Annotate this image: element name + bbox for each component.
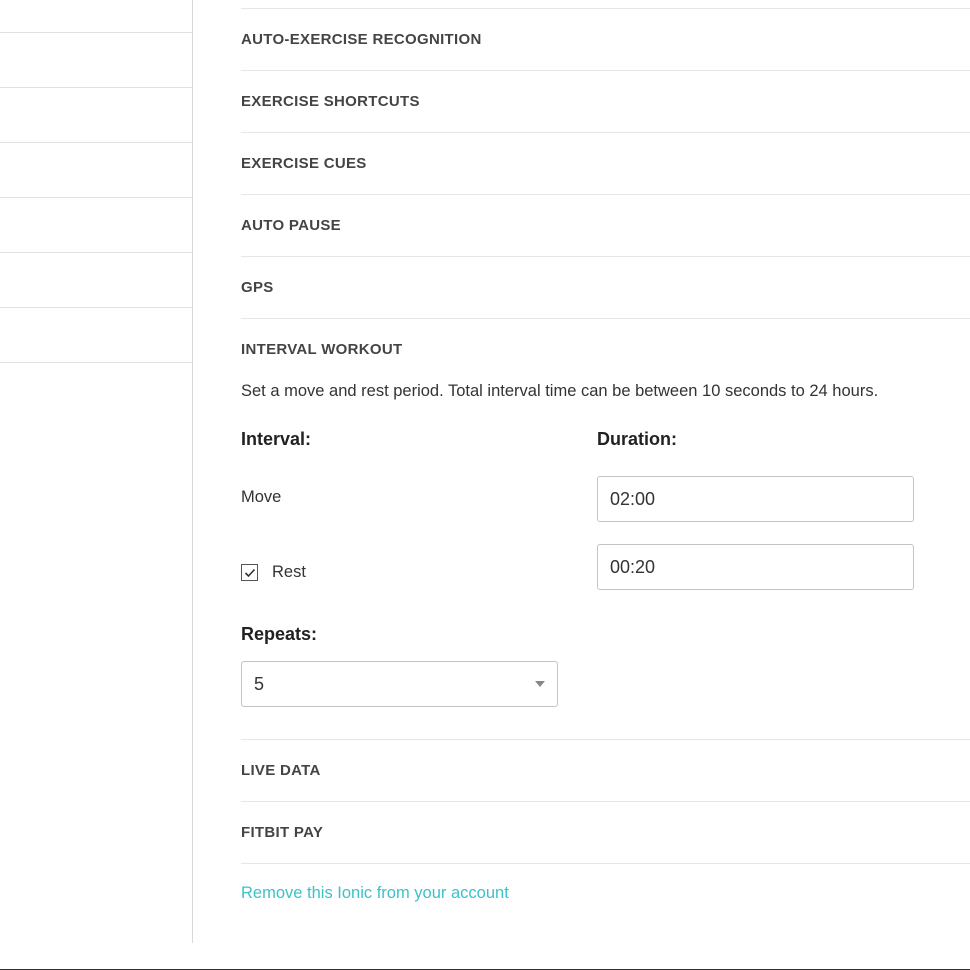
sidebar-item[interactable] [0, 143, 192, 198]
interval-description: Set a move and rest period. Total interv… [241, 380, 970, 403]
main-content: AUTO-EXERCISE RECOGNITION EXERCISE SHORT… [193, 0, 970, 943]
section-live-data[interactable]: LIVE DATA [241, 739, 970, 801]
section-interval-workout: INTERVAL WORKOUT Set a move and rest per… [241, 318, 970, 707]
sidebar-item[interactable] [0, 33, 192, 88]
repeats-select[interactable]: 5 [241, 661, 558, 707]
interval-label: Interval: [241, 429, 597, 450]
sidebar [0, 0, 193, 943]
section-title: AUTO-EXERCISE RECOGNITION [241, 31, 970, 48]
section-auto-pause[interactable]: AUTO PAUSE [241, 194, 970, 256]
section-exercise-shortcuts[interactable]: EXERCISE SHORTCUTS [241, 70, 970, 132]
duration-label: Duration: [597, 429, 914, 450]
move-label: Move [241, 476, 597, 507]
section-auto-exercise[interactable]: AUTO-EXERCISE RECOGNITION [241, 8, 970, 70]
rest-checkbox[interactable] [241, 564, 258, 581]
remove-device-link[interactable]: Remove this Ionic from your account [241, 884, 509, 903]
section-title: GPS [241, 279, 970, 296]
sidebar-item[interactable] [0, 88, 192, 143]
section-gps[interactable]: GPS [241, 256, 970, 318]
sidebar-item[interactable] [0, 0, 192, 33]
repeats-value: 5 [254, 674, 264, 695]
chevron-down-icon [535, 681, 545, 687]
rest-duration-input[interactable] [597, 544, 914, 590]
section-title: LIVE DATA [241, 762, 970, 779]
sidebar-item[interactable] [0, 198, 192, 253]
sidebar-item[interactable] [0, 253, 192, 308]
move-duration-input[interactable] [597, 476, 914, 522]
section-title: EXERCISE CUES [241, 155, 970, 172]
section-title: INTERVAL WORKOUT [241, 341, 970, 358]
repeats-label: Repeats: [241, 624, 970, 645]
rest-label: Rest [272, 563, 306, 582]
section-fitbit-pay[interactable]: FITBIT PAY [241, 801, 970, 864]
check-icon [244, 567, 256, 579]
section-title: AUTO PAUSE [241, 217, 970, 234]
section-exercise-cues[interactable]: EXERCISE CUES [241, 132, 970, 194]
sidebar-item[interactable] [0, 308, 192, 363]
section-title: FITBIT PAY [241, 824, 970, 841]
section-title: EXERCISE SHORTCUTS [241, 93, 970, 110]
